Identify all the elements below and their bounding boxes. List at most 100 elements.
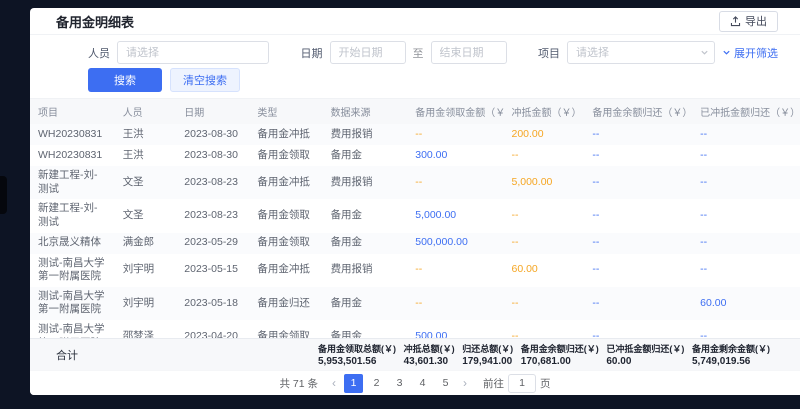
sidebar-collapse-handle[interactable] — [0, 176, 7, 214]
reserve-fund-table: 项目人员日期类型数据来源备用金领取金额（￥）冲抵金额（￥）备用金余额归还（￥）已… — [30, 99, 800, 338]
date-end-input[interactable] — [431, 41, 507, 64]
summary-item: 冲抵总额(￥)43,601.30 — [404, 342, 455, 367]
amount-cell: 60.00 — [692, 287, 800, 320]
column-header: 日期 — [176, 99, 249, 124]
amount-cell: -- — [504, 199, 585, 232]
table-row[interactable]: WH20230831王洪2023-08-30备用金领取备用金300.00----… — [30, 145, 800, 166]
table-row[interactable]: WH20230831王洪2023-08-30备用金冲抵费用报销--200.00-… — [30, 124, 800, 145]
summary-item: 备用金领取总额(￥)5,953,501.56 — [318, 342, 396, 367]
person-cell: 满金郎 — [115, 233, 177, 254]
amount-cell: -- — [407, 166, 503, 199]
type-cell: 备用金领取 — [249, 199, 322, 232]
next-page-button[interactable]: › — [461, 376, 469, 390]
amount-cell: -- — [692, 233, 800, 254]
source-cell: 费用报销 — [323, 254, 408, 287]
export-button[interactable]: 导出 — [719, 11, 778, 32]
table-row[interactable]: 测试-南昌大学第一附属医院邵梦泽2023-04-20备用金领取备用金500.00… — [30, 320, 800, 338]
amount-cell: 5,000.00 — [504, 166, 585, 199]
summary-item-value: 179,941.00 — [462, 356, 513, 367]
summary-item: 归还总额(￥)179,941.00 — [462, 342, 513, 367]
page-button[interactable]: 1 — [344, 374, 363, 393]
summary-item-label: 备用金剩余金额(￥) — [692, 342, 770, 355]
pagination-bar: 共 71 条 ‹ 12345 › 前往 页 — [30, 370, 800, 395]
amount-cell: 300.00 — [407, 145, 503, 166]
date-cell: 2023-04-20 — [176, 320, 249, 338]
date-range-separator: 至 — [413, 45, 424, 61]
amount-cell: -- — [584, 287, 692, 320]
type-cell: 备用金归还 — [249, 287, 322, 320]
column-header: 备用金余额归还（￥） — [584, 99, 692, 124]
source-cell: 备用金 — [323, 233, 408, 254]
reserve-fund-detail-panel: 备用金明细表 导出 人员 日期 至 项目 展开筛选 — [30, 8, 800, 395]
summary-item-value: 43,601.30 — [404, 356, 455, 367]
page-button[interactable]: 2 — [367, 374, 386, 393]
column-header: 人员 — [115, 99, 177, 124]
jump-unit-label: 页 — [540, 376, 551, 391]
amount-cell: -- — [584, 166, 692, 199]
amount-cell: 5,000.00 — [407, 199, 503, 232]
summary-row: 合计 备用金领取总额(￥)5,953,501.56冲抵总额(￥)43,601.3… — [30, 338, 800, 370]
table-row[interactable]: 测试-南昌大学第一附属医院刘宇明2023-05-15备用金冲抵费用报销--60.… — [30, 254, 800, 287]
type-cell: 备用金领取 — [249, 320, 322, 338]
page-button[interactable]: 5 — [436, 374, 455, 393]
table-body: WH20230831王洪2023-08-30备用金冲抵费用报销--200.00-… — [30, 124, 800, 338]
project-cell: 北京晟义精体 — [30, 233, 115, 254]
person-cell: 王洪 — [115, 124, 177, 145]
amount-cell: -- — [584, 233, 692, 254]
date-start-input[interactable] — [330, 41, 406, 64]
date-cell: 2023-08-23 — [176, 199, 249, 232]
amount-cell: -- — [584, 320, 692, 338]
column-header: 冲抵金额（￥） — [504, 99, 585, 124]
project-select[interactable] — [567, 41, 715, 64]
source-cell: 费用报销 — [323, 166, 408, 199]
jump-page-input[interactable] — [508, 374, 536, 393]
filter-row: 人员 日期 至 项目 展开筛选 — [30, 35, 800, 64]
summary-item: 备用金剩余金额(￥)5,749,019.56 — [692, 342, 770, 367]
page-title: 备用金明细表 — [56, 12, 134, 31]
chevron-down-icon — [722, 48, 731, 57]
table-row[interactable]: 北京晟义精体满金郎2023-05-29备用金领取备用金500,000.00---… — [30, 233, 800, 254]
type-cell: 备用金冲抵 — [249, 124, 322, 145]
source-cell: 备用金 — [323, 199, 408, 232]
column-header: 项目 — [30, 99, 115, 124]
amount-cell: -- — [584, 199, 692, 232]
person-cell: 文圣 — [115, 199, 177, 232]
expand-filters-label: 展开筛选 — [734, 45, 778, 61]
person-filter-label: 人员 — [88, 45, 110, 61]
project-select-input[interactable] — [567, 41, 715, 64]
amount-cell: -- — [692, 124, 800, 145]
summary-item-value: 5,953,501.56 — [318, 356, 396, 367]
clear-search-button[interactable]: 清空搜索 — [170, 68, 240, 92]
summary-item: 备用金余额归还(￥)170,681.00 — [521, 342, 599, 367]
expand-filters-link[interactable]: 展开筛选 — [722, 45, 778, 61]
action-row: 搜索 清空搜索 — [30, 64, 800, 99]
pagination-total: 共 71 条 — [279, 376, 318, 391]
amount-cell: -- — [584, 145, 692, 166]
amount-cell: -- — [407, 254, 503, 287]
search-button[interactable]: 搜索 — [88, 68, 162, 92]
date-filter-label: 日期 — [301, 45, 323, 61]
column-header: 备用金领取金额（￥） — [407, 99, 503, 124]
person-filter-input[interactable] — [117, 41, 269, 64]
project-filter-label: 项目 — [538, 45, 560, 61]
amount-cell: -- — [407, 287, 503, 320]
table-area: 项目人员日期类型数据来源备用金领取金额（￥）冲抵金额（￥）备用金余额归还（￥）已… — [30, 99, 800, 338]
project-cell: 测试-南昌大学第一附属医院 — [30, 287, 115, 320]
prev-page-button[interactable]: ‹ — [330, 376, 338, 390]
column-header: 类型 — [249, 99, 322, 124]
page-button[interactable]: 3 — [390, 374, 409, 393]
source-cell: 备用金 — [323, 287, 408, 320]
source-cell: 备用金 — [323, 320, 408, 338]
page-button[interactable]: 4 — [413, 374, 432, 393]
summary-item: 已冲抵金额归还(￥)60.00 — [606, 342, 684, 367]
date-cell: 2023-05-15 — [176, 254, 249, 287]
amount-cell: 200.00 — [504, 124, 585, 145]
table-row[interactable]: 新建工程-刘-测试文圣2023-08-23备用金冲抵费用报销--5,000.00… — [30, 166, 800, 199]
table-row[interactable]: 测试-南昌大学第一附属医院刘宇明2023-05-18备用金归还备用金------… — [30, 287, 800, 320]
summary-item-label: 已冲抵金额归还(￥) — [606, 342, 684, 355]
type-cell: 备用金冲抵 — [249, 254, 322, 287]
amount-cell: 500,000.00 — [407, 233, 503, 254]
project-cell: WH20230831 — [30, 145, 115, 166]
table-row[interactable]: 新建工程-刘-测试文圣2023-08-23备用金领取备用金5,000.00---… — [30, 199, 800, 232]
amount-cell: -- — [504, 145, 585, 166]
